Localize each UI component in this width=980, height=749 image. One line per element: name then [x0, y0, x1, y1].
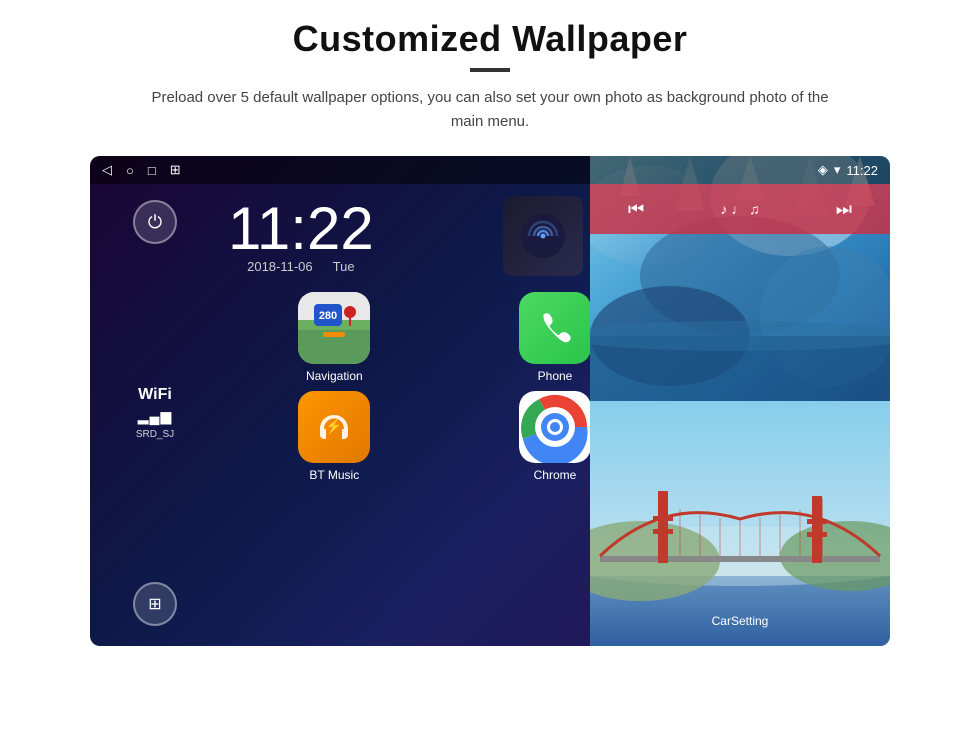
media-widget [503, 196, 583, 276]
clock-block: 11:22 2018-11-06 Tue [228, 199, 374, 274]
page-container: Customized Wallpaper Preload over 5 defa… [0, 0, 980, 749]
phone-svg [535, 308, 575, 348]
title-divider [470, 68, 510, 72]
wifi-signal: ▂▄▆ [138, 408, 172, 425]
screenshot-icon: ⊞ [170, 162, 181, 178]
app-bt-music[interactable]: ⚡ BT Music [228, 391, 441, 482]
wifi-info: WiFi ▂▄▆ SRD_SJ [136, 386, 174, 440]
wifi-status-icon: ▾ [834, 162, 841, 178]
apps-grid-button[interactable]: ⊞ [133, 582, 177, 626]
home-icon: ○ [126, 163, 134, 178]
bt-music-icon: ⚡ [298, 391, 370, 463]
status-bar-left: ◁ ○ □ ⊞ [102, 162, 181, 178]
page-description: Preload over 5 default wallpaper options… [140, 86, 840, 134]
status-time: 11:22 [846, 163, 878, 178]
status-bar-right: ◈ ▾ 11:22 [818, 162, 878, 178]
app-navigation[interactable]: 280 Navigation [228, 292, 441, 383]
location-icon: ◈ [818, 162, 828, 178]
bridge-wallpaper-svg [590, 401, 890, 646]
page-title: Customized Wallpaper [293, 18, 688, 60]
wifi-label: WiFi [138, 386, 172, 404]
navigation-label: Navigation [306, 369, 363, 383]
media-bar: ⏮ ♪ ♩ ♫ ⏭ [590, 184, 890, 234]
chrome-label: Chrome [534, 468, 577, 482]
power-button[interactable]: ⏻ [133, 200, 177, 244]
prev-icon[interactable]: ⏮ [628, 199, 644, 220]
status-bar: ◁ ○ □ ⊞ ◈ ▾ 11:22 [90, 156, 890, 184]
clock-day: Tue [333, 259, 355, 274]
bt-music-label: BT Music [309, 468, 359, 482]
wallpaper-panel: ⏮ ♪ ♩ ♫ ⏭ [590, 156, 890, 646]
clock-time: 11:22 [228, 199, 374, 259]
clock-date-value: 2018-11-06 [247, 259, 313, 274]
svg-text:⚡: ⚡ [326, 418, 343, 435]
android-screen: ⏻ WiFi ▂▄▆ SRD_SJ ⊞ 11:22 2 [90, 156, 890, 646]
wallpaper-thumb-bottom[interactable]: CarSetting [590, 401, 890, 646]
phone-label: Phone [538, 369, 573, 383]
cast-icon [518, 211, 568, 261]
device-frame: ◁ ○ □ ⊞ ◈ ▾ 11:22 ⏻ WiFi ▂▄▆ SRD_SJ [90, 156, 890, 646]
back-icon: ◁ [102, 162, 112, 178]
chrome-icon [519, 391, 591, 463]
media-title: ♪ ♩ ♫ [720, 201, 759, 217]
phone-icon [519, 292, 591, 364]
wifi-network: SRD_SJ [136, 429, 174, 440]
clock-date: 2018-11-06 Tue [247, 259, 354, 274]
sidebar: ⏻ WiFi ▂▄▆ SRD_SJ ⊞ [90, 184, 220, 646]
next-icon[interactable]: ⏭ [836, 199, 852, 220]
navigation-icon: 280 [298, 292, 370, 364]
bt-svg: ⚡ [314, 407, 354, 447]
car-setting-area: CarSetting [590, 612, 890, 630]
svg-text:280: 280 [319, 310, 337, 322]
recents-icon: □ [148, 163, 156, 178]
car-setting-label: CarSetting [712, 614, 769, 628]
